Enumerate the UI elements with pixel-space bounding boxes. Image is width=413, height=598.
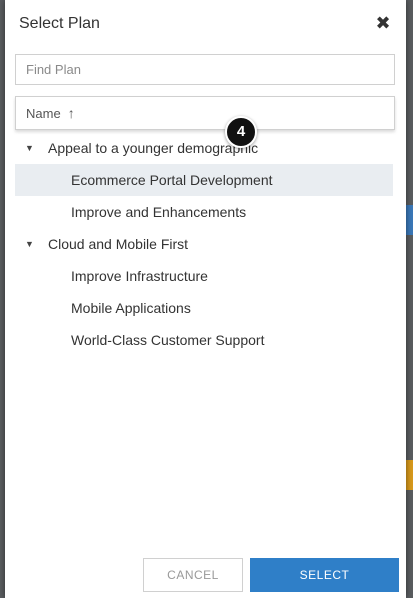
- tree-item-row[interactable]: Improve Infrastructure: [15, 260, 393, 292]
- step-badge: 4: [225, 116, 257, 148]
- select-plan-dialog: Select Plan ✖ Name ↑ ▼ Appeal to a younge…: [5, 0, 406, 598]
- tree-group-label: Cloud and Mobile First: [48, 236, 189, 252]
- caret-down-icon[interactable]: ▼: [25, 132, 34, 164]
- caret-down-icon[interactable]: ▼: [25, 228, 34, 260]
- tree-group-label: Appeal to a younger demographic: [48, 140, 259, 156]
- cancel-button[interactable]: CANCEL: [143, 558, 243, 592]
- tree-item-label: Ecommerce Portal Development: [71, 172, 273, 188]
- column-label: Name: [26, 105, 61, 121]
- dialog-title: Select Plan: [19, 15, 100, 32]
- tree-item-row[interactable]: Mobile Applications: [15, 292, 393, 324]
- tree-item-label: Mobile Applications: [71, 300, 191, 316]
- tree-item-row[interactable]: World-Class Customer Support: [15, 324, 393, 356]
- tree-item-label: Improve and Enhancements: [71, 204, 247, 220]
- tree-item-label: Improve Infrastructure: [71, 268, 208, 284]
- plan-tree: ▼ Appeal to a younger demographic Ecommerc…: [15, 132, 393, 356]
- tree-group-row[interactable]: ▼ Cloud and Mobile First: [15, 228, 393, 260]
- close-icon[interactable]: ✖: [372, 12, 394, 34]
- dialog-footer: CANCEL SELECT: [5, 558, 406, 598]
- background-highlight: [405, 205, 413, 235]
- tree-item-label: World-Class Customer Support: [71, 332, 265, 348]
- dialog-header: Select Plan ✖: [5, 0, 406, 48]
- name-column-header[interactable]: Name ↑: [15, 96, 395, 130]
- tree-group-row[interactable]: ▼ Appeal to a younger demographic: [15, 132, 393, 164]
- background-highlight: [405, 460, 413, 490]
- arrow-up-icon: ↑: [67, 105, 75, 121]
- find-plan-input[interactable]: [15, 54, 395, 85]
- tree-item-row[interactable]: Improve and Enhancements: [15, 196, 393, 228]
- select-button[interactable]: SELECT: [250, 558, 399, 592]
- tree-item-row[interactable]: Ecommerce Portal Development: [15, 164, 393, 196]
